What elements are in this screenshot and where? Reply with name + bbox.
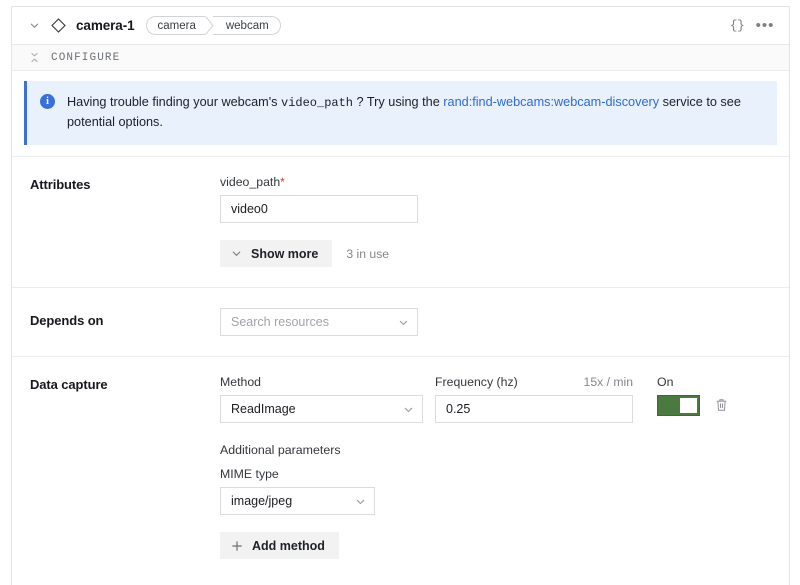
depends-on-section-label: Depends on bbox=[30, 313, 104, 329]
add-method-label: Add method bbox=[252, 538, 325, 553]
more-options-icon[interactable]: ••• bbox=[753, 15, 777, 37]
toggle-knob bbox=[680, 398, 697, 414]
video-path-label: video_path bbox=[220, 175, 281, 190]
webcam-discovery-link[interactable]: rand:find-webcams:webcam-discovery bbox=[443, 95, 659, 109]
resource-type-chips: camera webcam bbox=[145, 16, 281, 35]
depends-on-placeholder: Search resources bbox=[231, 315, 329, 330]
banner-text-middle: ? Try using the bbox=[356, 95, 440, 109]
frequency-rate-hint: 15x / min bbox=[583, 375, 633, 390]
section-data-capture: Data capture Method ReadImage Frequency … bbox=[12, 356, 789, 585]
diamond-icon bbox=[49, 17, 67, 35]
method-select[interactable]: ReadImage bbox=[220, 395, 423, 424]
info-icon: i bbox=[40, 94, 55, 109]
attributes-in-use-note: 3 in use bbox=[346, 246, 390, 261]
video-path-input[interactable]: video0 bbox=[220, 195, 418, 224]
required-marker: * bbox=[280, 175, 285, 190]
mime-type-label: MIME type bbox=[220, 467, 279, 482]
attributes-body: video_path * video0 Show more 3 in use bbox=[220, 175, 777, 268]
depends-on-search-select[interactable]: Search resources bbox=[220, 308, 418, 337]
data-capture-toggle[interactable] bbox=[657, 395, 700, 417]
video-path-label-line: video_path * bbox=[220, 175, 777, 195]
mime-type-value: image/jpeg bbox=[231, 494, 293, 509]
show-more-button[interactable]: Show more bbox=[220, 240, 333, 268]
page-title: camera-1 bbox=[76, 18, 135, 33]
toggle-row bbox=[657, 395, 730, 417]
info-banner-text: Having trouble finding your webcam's vid… bbox=[67, 93, 761, 132]
banner-code-video-path: video_path bbox=[281, 96, 354, 110]
frequency-column: Frequency (hz) 15x / min 0.25 bbox=[435, 375, 635, 424]
banner-wrapper: i Having trouble finding your webcam's v… bbox=[12, 71, 789, 157]
chip-camera[interactable]: camera bbox=[145, 16, 205, 35]
json-view-icon[interactable]: {} bbox=[725, 15, 749, 37]
video-path-value: video0 bbox=[231, 202, 268, 217]
chevron-down-icon bbox=[398, 317, 409, 328]
chip-webcam[interactable]: webcam bbox=[212, 16, 281, 35]
chip-separator-icon bbox=[204, 16, 214, 35]
chevron-down-icon bbox=[355, 496, 366, 507]
data-capture-section-label: Data capture bbox=[30, 377, 108, 393]
attributes-actions: Show more 3 in use bbox=[220, 240, 777, 268]
configure-label: CONFIGURE bbox=[51, 51, 121, 64]
frequency-label: Frequency (hz) bbox=[435, 375, 518, 390]
chevron-down-icon bbox=[403, 404, 414, 415]
method-value: ReadImage bbox=[231, 402, 296, 417]
add-method-button[interactable]: Add method bbox=[220, 532, 339, 560]
section-attributes: Attributes video_path * video0 Show more bbox=[12, 156, 789, 287]
collapse-vertical-icon[interactable] bbox=[28, 51, 41, 64]
frequency-label-line: Frequency (hz) 15x / min bbox=[435, 375, 635, 395]
frequency-value: 0.25 bbox=[446, 402, 471, 417]
resource-config-card: camera-1 camera webcam {} ••• CONFIGURE … bbox=[11, 6, 790, 585]
data-capture-row: Method ReadImage Frequency (hz) 15x / mi… bbox=[220, 375, 777, 424]
depends-on-body: Search resources bbox=[220, 308, 777, 337]
section-depends-on: Depends on Search resources bbox=[12, 287, 789, 356]
mime-type-select[interactable]: image/jpeg bbox=[220, 487, 375, 516]
banner-text-before: Having trouble finding your webcam's bbox=[67, 95, 278, 109]
plus-icon bbox=[231, 540, 243, 552]
configure-section-header[interactable]: CONFIGURE bbox=[12, 45, 789, 71]
frequency-input[interactable]: 0.25 bbox=[435, 395, 633, 424]
data-capture-body: Method ReadImage Frequency (hz) 15x / mi… bbox=[220, 375, 777, 560]
toggle-column: On bbox=[657, 375, 730, 417]
chevron-down-icon[interactable] bbox=[26, 18, 42, 34]
method-label: Method bbox=[220, 375, 262, 390]
method-column: Method ReadImage bbox=[220, 375, 423, 424]
chevron-down-icon bbox=[231, 248, 242, 259]
info-banner: i Having trouble finding your webcam's v… bbox=[24, 81, 777, 146]
attributes-section-label: Attributes bbox=[30, 177, 91, 193]
show-more-label: Show more bbox=[251, 246, 319, 261]
additional-parameters-label: Additional parameters bbox=[220, 443, 341, 458]
toggle-state-label: On bbox=[657, 375, 674, 390]
add-method-row: Add method bbox=[220, 532, 777, 560]
trash-icon[interactable] bbox=[713, 395, 730, 414]
card-header: camera-1 camera webcam {} ••• bbox=[12, 7, 789, 45]
